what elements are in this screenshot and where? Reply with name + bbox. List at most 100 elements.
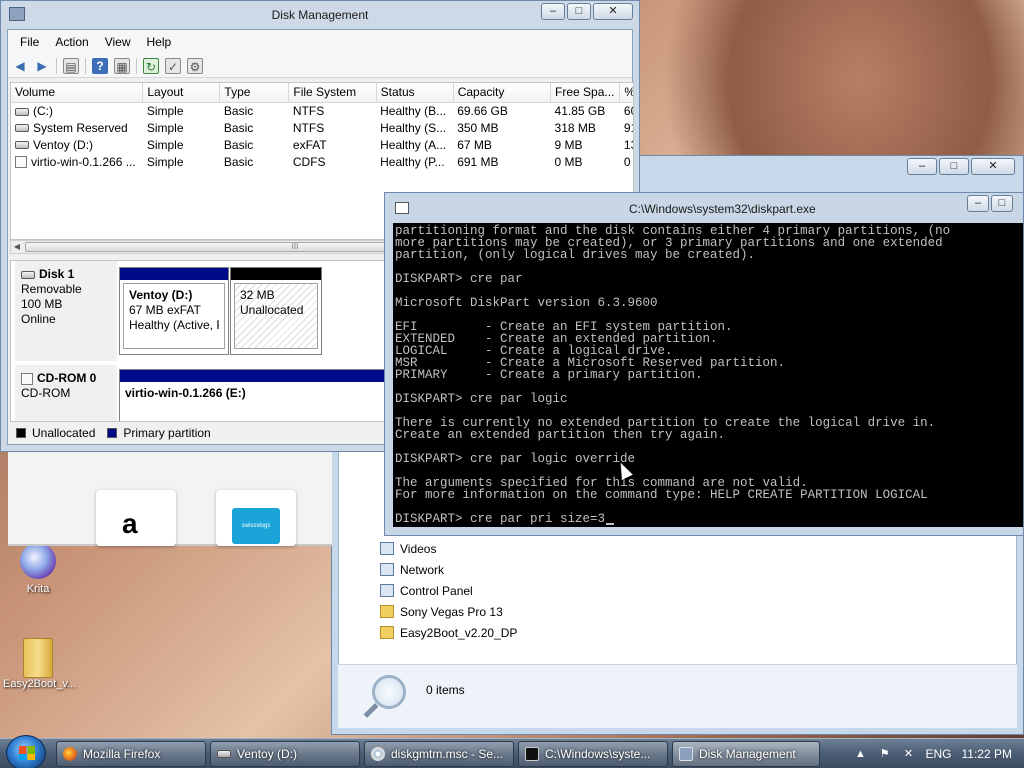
desktop-icon-easy2boot[interactable]: Easy2Boot_v... <box>3 638 77 690</box>
nav-item-sony-vegas[interactable]: Sony Vegas Pro 13 <box>380 601 517 622</box>
back-arrow-icon[interactable]: ◀ <box>12 58 28 74</box>
table-cell: NTFS <box>292 120 325 135</box>
table-row[interactable]: (C:) Simple Basic NTFS Healthy (B... 69.… <box>11 102 633 119</box>
taskbar: Mozilla Firefox Ventoy (D:) diskgmtm.msc… <box>0 735 1024 768</box>
refresh-icon[interactable]: ↻ <box>143 57 159 74</box>
column-header[interactable]: Volume <box>11 83 144 103</box>
partition-status: Healthy (Active, P <box>129 318 219 332</box>
title-bar[interactable]: Disk Management – □ ✕ <box>1 1 639 29</box>
column-header[interactable]: Free Spa... <box>550 83 621 103</box>
cdrom-0-label[interactable]: CD-ROM 0 CD-ROM <box>15 365 117 421</box>
task-disk-management[interactable]: Disk Management <box>672 741 820 767</box>
scroll-left-icon[interactable]: ◀ <box>11 241 23 253</box>
legend-label: Unallocated <box>32 426 96 440</box>
close-button[interactable]: ✕ <box>971 158 1015 175</box>
table-cell: 13 <box>623 137 633 152</box>
menu-view[interactable]: View <box>97 35 139 49</box>
table-cell: Healthy (A... <box>380 137 447 152</box>
console-line: PRIMARY - Create a primary partition. <box>395 368 703 382</box>
console-output[interactable]: partitioning format and the disk contain… <box>393 223 1023 527</box>
cell-text: virtio-win-0.1.266 ... <box>31 154 136 169</box>
amazon-tile[interactable]: a <box>96 490 176 546</box>
disk-1-label[interactable]: Disk 1 Removable 100 MB Online <box>15 261 117 361</box>
table-row[interactable]: System Reserved Simple Basic NTFS Health… <box>11 119 633 136</box>
help-icon[interactable]: ? <box>92 57 108 74</box>
minimize-button[interactable]: – <box>967 195 989 212</box>
clock[interactable]: 11:22 PM <box>962 747 1012 761</box>
nav-item-label: Control Panel <box>400 583 473 598</box>
column-header[interactable]: Layout <box>142 83 221 103</box>
nav-item-network[interactable]: Network <box>380 559 517 580</box>
table-cell: 691 MB <box>457 154 499 169</box>
task-ventoy[interactable]: Ventoy (D:) <box>210 741 360 767</box>
drive-icon <box>15 107 29 116</box>
system-tray: ▲ ⚑ ✕ ENG 11:22 PM <box>854 739 1024 768</box>
table-cell: 318 MB <box>554 120 596 135</box>
table-cell: 69.66 GB <box>457 103 508 118</box>
table-cell: 41.85 GB <box>554 103 606 118</box>
nav-item-videos[interactable]: Videos <box>380 538 517 559</box>
task-firefox[interactable]: Mozilla Firefox <box>56 741 206 767</box>
minimize-button[interactable]: – <box>541 3 565 20</box>
videos-icon <box>380 542 394 555</box>
control-panel-icon <box>380 584 394 597</box>
partition-info: 32 MB Unallocated <box>234 283 318 349</box>
start-button[interactable] <box>6 735 46 768</box>
column-header[interactable]: Type <box>219 83 290 103</box>
partition-name: Ventoy (D:) <box>129 288 193 302</box>
console-tree-icon[interactable]: ▤ <box>63 57 79 74</box>
forward-arrow-icon[interactable]: ▶ <box>34 58 50 74</box>
menu-file[interactable]: File <box>12 35 47 49</box>
explorer-status-bar: 0 items <box>338 664 1017 728</box>
partition-ventoy[interactable]: Ventoy (D:) 67 MB exFAT Healthy (Active,… <box>119 267 229 355</box>
table-cell: 91 <box>623 120 633 135</box>
language-indicator[interactable]: ENG <box>926 747 952 761</box>
column-header[interactable]: Status <box>376 83 454 103</box>
maximize-button[interactable]: □ <box>991 195 1013 212</box>
menu-help[interactable]: Help <box>139 35 180 49</box>
disk-management-icon <box>679 747 693 761</box>
maximize-button[interactable]: □ <box>567 3 591 20</box>
task-search[interactable]: diskgmtm.msc - Se... <box>364 741 514 767</box>
site-tile[interactable]: swissvlogs <box>216 490 296 546</box>
folder-icon <box>380 626 394 639</box>
task-label: C:\Windows\syste... <box>545 747 651 761</box>
network-icon[interactable]: ⚑ <box>878 747 892 761</box>
table-row[interactable]: Ventoy (D:) Simple Basic exFAT Healthy (… <box>11 136 633 153</box>
drive-icon <box>15 141 29 150</box>
diskpart-console-window: C:\Windows\system32\diskpart.exe – □ par… <box>384 192 1024 536</box>
desktop-icon-label: Easy2Boot_v... <box>3 678 77 690</box>
task-cmd[interactable]: C:\Windows\syste... <box>518 741 668 767</box>
console-line: partition, (only logical drives may be c… <box>395 248 756 262</box>
partition-info: Ventoy (D:) 67 MB exFAT Healthy (Active,… <box>123 283 225 349</box>
nav-item-easy2boot[interactable]: Easy2Boot_v2.20_DP <box>380 622 517 643</box>
properties-icon[interactable]: ▦ <box>114 57 130 74</box>
show-hidden-icons-icon[interactable]: ▲ <box>854 747 868 761</box>
table-cell: Basic <box>223 103 254 118</box>
table-cell: Healthy (S... <box>380 120 447 135</box>
toolbar-separator <box>56 57 57 74</box>
close-button[interactable]: ✕ <box>593 3 633 20</box>
volume-muted-icon[interactable]: ✕ <box>902 747 916 761</box>
maximize-button[interactable]: □ <box>939 158 969 175</box>
settings-icon[interactable]: ⚙ <box>187 57 203 74</box>
nav-item-control-panel[interactable]: Control Panel <box>380 580 517 601</box>
check-icon[interactable]: ✓ <box>165 57 181 74</box>
folder-icon-wrap <box>20 638 56 678</box>
cd-icon <box>15 156 27 169</box>
column-header[interactable]: % F <box>619 83 633 103</box>
table-row[interactable]: virtio-win-0.1.266 ... Simple Basic CDFS… <box>11 153 633 170</box>
explorer-nav-pane: Videos Network Control Panel Sony Vegas … <box>380 538 517 643</box>
cmd-icon <box>525 747 539 761</box>
disk-name: Disk 1 <box>21 267 111 282</box>
title-bar[interactable]: C:\Windows\system32\diskpart.exe – □ <box>385 193 1023 223</box>
partition-unallocated[interactable]: 32 MB Unallocated <box>230 267 322 355</box>
column-header[interactable]: Capacity <box>453 83 552 103</box>
desktop-icon-krita[interactable]: Krita <box>3 543 73 595</box>
menu-action[interactable]: Action <box>47 35 96 49</box>
text-cursor <box>606 523 615 525</box>
table-cell: Simple <box>146 103 184 118</box>
task-label: diskgmtm.msc - Se... <box>391 747 504 761</box>
column-header[interactable]: File System <box>288 83 377 103</box>
minimize-button[interactable]: – <box>907 158 937 175</box>
